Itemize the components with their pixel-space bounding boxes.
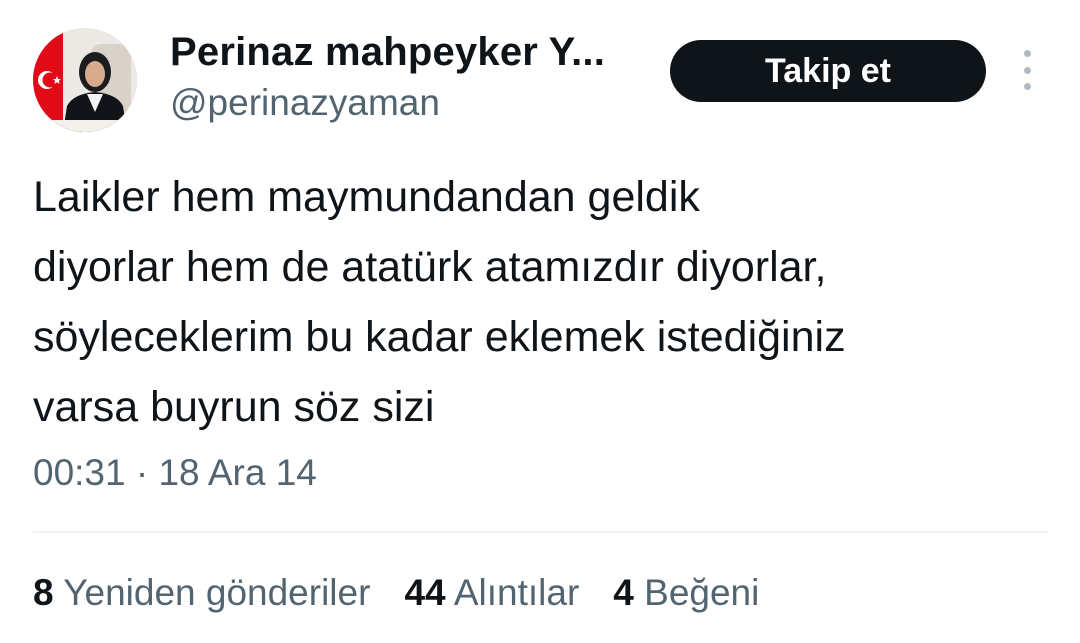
- dot: [1023, 83, 1031, 90]
- dot: [1023, 66, 1031, 74]
- reposts-stat[interactable]: 8 Yeniden gönderiler: [33, 572, 370, 614]
- tweet-line: söyleceklerim bu kadar eklemek istediğin…: [33, 313, 846, 361]
- quotes-label: Alıntılar: [453, 572, 580, 613]
- quotes-stat[interactable]: 44 Alıntılar: [404, 572, 579, 614]
- likes-label: Beğeni: [644, 572, 760, 613]
- engagement-stats: 8 Yeniden gönderiler 44 Alıntılar 4 Beğe…: [33, 572, 759, 614]
- tweet-line: diyorlar hem de atatürk atamızdır diyorl…: [33, 243, 827, 291]
- follow-button-label: Takip et: [765, 51, 891, 90]
- divider: [33, 531, 1048, 533]
- likes-stat[interactable]: 4 Beğeni: [613, 572, 759, 614]
- author-handle[interactable]: @perinazyaman: [170, 82, 440, 124]
- reposts-count: 8: [33, 572, 54, 613]
- avatar[interactable]: [33, 28, 137, 132]
- author-display-name[interactable]: Perinaz mahpeyker Y...: [170, 30, 605, 75]
- dot: [1023, 50, 1031, 57]
- tweet-timestamp[interactable]: 00:31 · 18 Ara 14: [33, 452, 317, 494]
- quotes-count: 44: [404, 572, 446, 613]
- tweet-line: varsa buyrun söz sizi: [33, 383, 435, 431]
- tweet-text: Laikler hem maymundandan geldik diyorlar…: [33, 162, 1043, 442]
- vertical-ellipsis-icon[interactable]: [1013, 50, 1041, 90]
- likes-count: 4: [613, 572, 634, 613]
- profile-photo: [33, 28, 137, 132]
- follow-button[interactable]: Takip et: [670, 40, 986, 102]
- tweet-line: Laikler hem maymundandan geldik: [33, 173, 700, 221]
- reposts-label: Yeniden gönderiler: [63, 572, 371, 613]
